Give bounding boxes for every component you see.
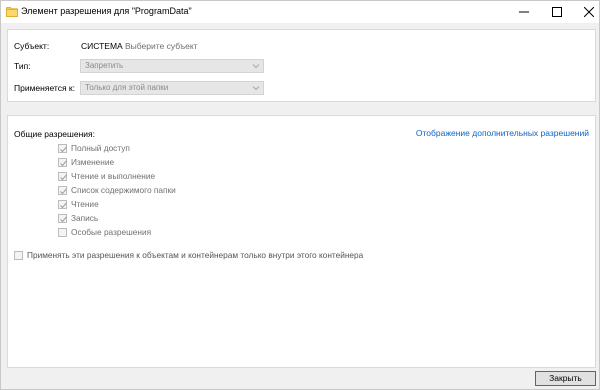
permission-entry-dialog: Элемент разрешения для "ProgramData" Суб… [0, 0, 600, 390]
permission-label: Изменение [71, 157, 115, 167]
permission-special[interactable]: Особые разрешения [58, 227, 278, 239]
close-window-button[interactable] [574, 1, 600, 23]
applies-to-select-value: Только для этой папки [85, 83, 169, 92]
close-icon [584, 7, 594, 17]
apply-inside-container-option[interactable]: Применять эти разрешения к объектам и ко… [14, 250, 414, 262]
checkbox-checked[interactable] [58, 172, 67, 181]
minimize-button[interactable] [509, 1, 539, 23]
principal-label: Субъект: [14, 41, 50, 51]
permission-label: Чтение и выполнение [71, 171, 156, 181]
permission-label: Список содержимого папки [71, 185, 176, 195]
show-advanced-permissions-link[interactable]: Отображение дополнительных разрешений [416, 128, 589, 138]
checkbox-checked[interactable] [58, 186, 67, 195]
type-select-value: Запретить [85, 61, 124, 70]
checkbox-unchecked[interactable] [58, 228, 67, 237]
permission-read[interactable]: Чтение [58, 199, 278, 211]
permission-read-execute[interactable]: Чтение и выполнение [58, 171, 278, 183]
checkmark-icon [60, 216, 67, 223]
title-bar[interactable]: Элемент разрешения для "ProgramData" [1, 1, 599, 23]
chevron-down-icon [252, 86, 260, 91]
select-principal-link[interactable]: Выберите субъект [125, 41, 198, 51]
permissions-panel: Общие разрешения: Отображение дополнител… [7, 115, 596, 368]
type-select[interactable]: Запретить [80, 59, 264, 73]
checkmark-icon [60, 174, 67, 181]
applies-to-label: Применяется к: [14, 83, 75, 93]
checkbox-checked[interactable] [58, 158, 67, 167]
close-button[interactable]: Закрыть [535, 371, 596, 386]
checkmark-icon [60, 146, 67, 153]
applies-to-select[interactable]: Только для этой папки [80, 81, 264, 95]
permission-full-control[interactable]: Полный доступ [58, 143, 278, 155]
permission-write[interactable]: Запись [58, 213, 278, 225]
permission-label: Запись [71, 213, 99, 223]
permission-label: Особые разрешения [71, 227, 152, 237]
minimize-icon [519, 11, 529, 13]
maximize-icon [552, 7, 562, 17]
apply-inside-container-label: Применять эти разрешения к объектам и ко… [27, 250, 364, 260]
checkbox-unchecked[interactable] [14, 251, 23, 260]
window-title: Элемент разрешения для "ProgramData" [21, 6, 192, 16]
checkmark-icon [60, 160, 67, 167]
maximize-button[interactable] [542, 1, 572, 23]
checkbox-checked[interactable] [58, 214, 67, 223]
permission-label: Полный доступ [71, 143, 130, 153]
permission-modify[interactable]: Изменение [58, 157, 278, 169]
checkbox-checked[interactable] [58, 144, 67, 153]
permission-list-folder[interactable]: Список содержимого папки [58, 185, 278, 197]
principal-panel: Субъект: СИСТЕМА Выберите субъект Тип: З… [7, 29, 596, 102]
chevron-down-icon [252, 64, 260, 69]
folder-icon [6, 6, 18, 17]
principal-value: СИСТЕМА [81, 41, 123, 51]
permissions-heading: Общие разрешения: [14, 129, 95, 139]
checkmark-icon [60, 188, 67, 195]
permission-label: Чтение [71, 199, 99, 209]
type-label: Тип: [14, 61, 31, 71]
checkmark-icon [60, 202, 67, 209]
checkbox-checked[interactable] [58, 200, 67, 209]
